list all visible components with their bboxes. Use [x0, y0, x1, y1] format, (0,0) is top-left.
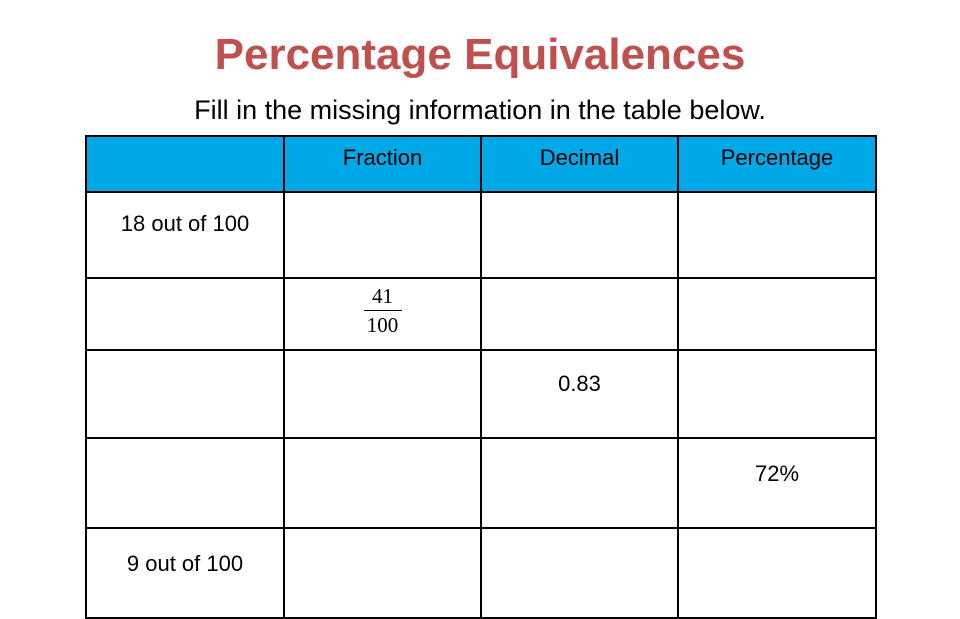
instructions: Fill in the missing information in the t… [194, 95, 766, 125]
header-decimal: Decimal [480, 135, 679, 193]
decimal-cell[interactable] [480, 277, 679, 351]
page-title: Percentage Equivalences [214, 30, 746, 79]
fraction-cell[interactable]: 41 100 [283, 277, 482, 351]
percentage-cell[interactable] [677, 277, 877, 351]
description-cell[interactable]: 18 out of 100 [85, 191, 285, 279]
fraction-numerator: 41 [372, 284, 393, 308]
percentage-cell[interactable] [677, 527, 877, 619]
percentage-cell[interactable]: 72% [677, 437, 877, 529]
description-cell[interactable] [85, 277, 285, 351]
percentage-cell[interactable] [677, 191, 877, 279]
fraction-value: 41 100 [363, 284, 402, 337]
decimal-text: 0.83 [558, 371, 601, 396]
decimal-cell[interactable] [480, 191, 679, 279]
equivalence-table: Fraction Decimal Percentage 18 out of 10… [85, 135, 877, 619]
description-cell[interactable]: 9 out of 100 [85, 527, 285, 619]
description-cell[interactable] [85, 437, 285, 529]
fraction-cell[interactable] [283, 349, 482, 439]
fraction-bar [363, 310, 402, 311]
table-row: 41 100 [85, 277, 877, 351]
table-row: 0.83 [85, 349, 877, 439]
fraction-cell[interactable] [283, 527, 482, 619]
header-percentage: Percentage [677, 135, 877, 193]
header-description [85, 135, 285, 193]
description-text: 9 out of 100 [126, 551, 244, 576]
fraction-cell[interactable] [283, 437, 482, 529]
header-fraction: Fraction [283, 135, 482, 193]
decimal-cell[interactable] [480, 437, 679, 529]
description-cell[interactable] [85, 349, 285, 439]
decimal-cell[interactable]: 0.83 [480, 349, 679, 439]
percentage-cell[interactable] [677, 349, 877, 439]
fraction-cell[interactable] [283, 191, 482, 279]
percentage-text: 72% [754, 461, 800, 486]
decimal-cell[interactable] [480, 527, 679, 619]
description-text: 18 out of 100 [120, 211, 250, 236]
table-row: 9 out of 100 [85, 527, 877, 619]
header-row: Fraction Decimal Percentage [85, 135, 877, 193]
table-row: 18 out of 100 [85, 191, 877, 279]
table-row: 72% [85, 437, 877, 529]
fraction-denominator: 100 [366, 313, 399, 337]
